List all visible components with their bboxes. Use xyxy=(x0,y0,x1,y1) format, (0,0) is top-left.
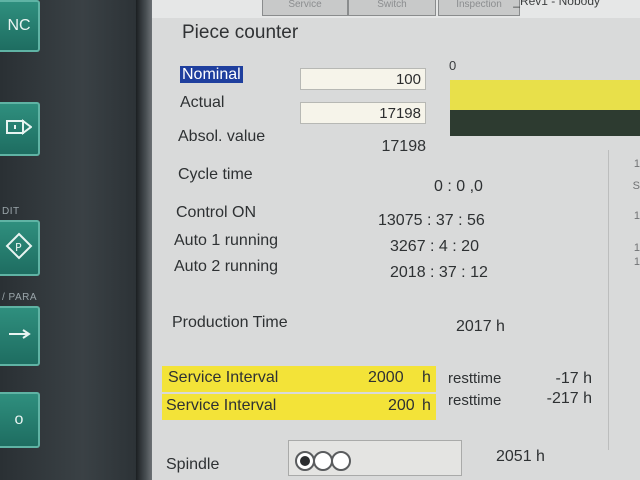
actual-label: Actual xyxy=(180,94,225,111)
nc-softkey-label: NC xyxy=(7,17,31,34)
control-on-label: Control ON xyxy=(176,204,257,221)
service-interval-unit: h xyxy=(422,397,431,414)
service-interval-row-2[interactable]: Service Interval 200 h xyxy=(162,394,436,420)
auto2-value: 2018 : 37 : 12 xyxy=(390,264,488,281)
spindle-selector[interactable] xyxy=(288,440,462,476)
service-interval-value: 200 xyxy=(388,397,415,414)
program-diamond-icon: P xyxy=(5,232,33,265)
resttime-label: resttime xyxy=(448,370,502,387)
three-position-selector-icon[interactable] xyxy=(295,451,315,471)
screen-frame xyxy=(136,0,152,480)
nc-softkey[interactable]: NC xyxy=(0,0,40,52)
tab-switch[interactable]: Switch xyxy=(348,0,436,16)
right-cell: 1 xyxy=(633,210,640,222)
right-cell: 1 xyxy=(633,158,640,170)
nominal-bar xyxy=(450,80,640,110)
svg-text:P: P xyxy=(15,241,22,254)
window-title: _Rev1 - Nobody xyxy=(513,0,600,8)
auto1-value: 3267 : 4 : 20 xyxy=(390,238,479,255)
selector-position-3[interactable] xyxy=(331,451,351,471)
o-softkey-label: o xyxy=(14,411,24,428)
right-cell: 1 xyxy=(633,256,640,268)
arrow-right-icon xyxy=(7,327,31,345)
resttime-label: resttime xyxy=(448,392,502,409)
nominal-label-text: Nominal xyxy=(180,66,243,83)
arrow-softkey[interactable] xyxy=(0,306,40,366)
production-time-value: 2017 h xyxy=(456,318,505,335)
edit-label: DIT xyxy=(2,206,20,217)
service-interval-row-1[interactable]: Service Interval 2000 h xyxy=(162,366,436,392)
cycle-time-label: Cycle time xyxy=(178,166,253,183)
right-cell: S xyxy=(632,180,640,192)
machine-bezel: NC DIT P / PARA o xyxy=(0,0,138,480)
absol-value: 17198 xyxy=(381,138,427,155)
service-interval-value: 2000 xyxy=(368,369,404,386)
nominal-label: Nominal xyxy=(180,66,243,84)
spindle-hours-value: 2051 h xyxy=(496,448,545,465)
spindle-label: Spindle xyxy=(166,456,220,473)
service-interval-label: Service Interval xyxy=(168,369,279,386)
production-time-label: Production Time xyxy=(172,314,288,331)
cycle-time-value: 0 : 0 ,0 xyxy=(434,178,483,195)
program-softkey[interactable]: P xyxy=(0,220,40,276)
auto1-label: Auto 1 running xyxy=(174,232,279,249)
o-softkey[interactable]: o xyxy=(0,392,40,448)
selector-position-2[interactable] xyxy=(313,451,333,471)
absol-value-label: Absol. value xyxy=(178,128,266,145)
resttime-value: -17 h xyxy=(555,370,592,387)
tab-service[interactable]: Service xyxy=(262,0,348,16)
bar-scale-zero: 0 xyxy=(449,58,457,73)
actual-field[interactable]: 17198 xyxy=(300,102,426,124)
hmi-screen: Service Switch Inspection _Rev1 - Nobody… xyxy=(152,0,640,480)
control-on-value: 13075 : 37 : 56 xyxy=(378,212,485,229)
nominal-field[interactable]: 100 xyxy=(300,68,426,90)
play-softkey[interactable] xyxy=(0,102,40,156)
title-bar: Service Switch Inspection _Rev1 - Nobody xyxy=(152,0,640,18)
service-interval-label: Service Interval xyxy=(166,397,277,414)
page-title: Piece counter xyxy=(182,22,299,43)
para-label: / PARA xyxy=(2,292,38,303)
actual-bar xyxy=(450,110,640,136)
resttime-value: -217 h xyxy=(546,390,592,407)
play-triangle-icon xyxy=(6,117,33,142)
tab-inspection[interactable]: Inspection xyxy=(438,0,520,16)
right-clipped-panel: 1 S 1 1 1 xyxy=(608,150,640,450)
service-interval-unit: h xyxy=(422,369,431,386)
right-cell: 1 xyxy=(633,242,640,254)
auto2-label: Auto 2 running xyxy=(174,258,279,275)
